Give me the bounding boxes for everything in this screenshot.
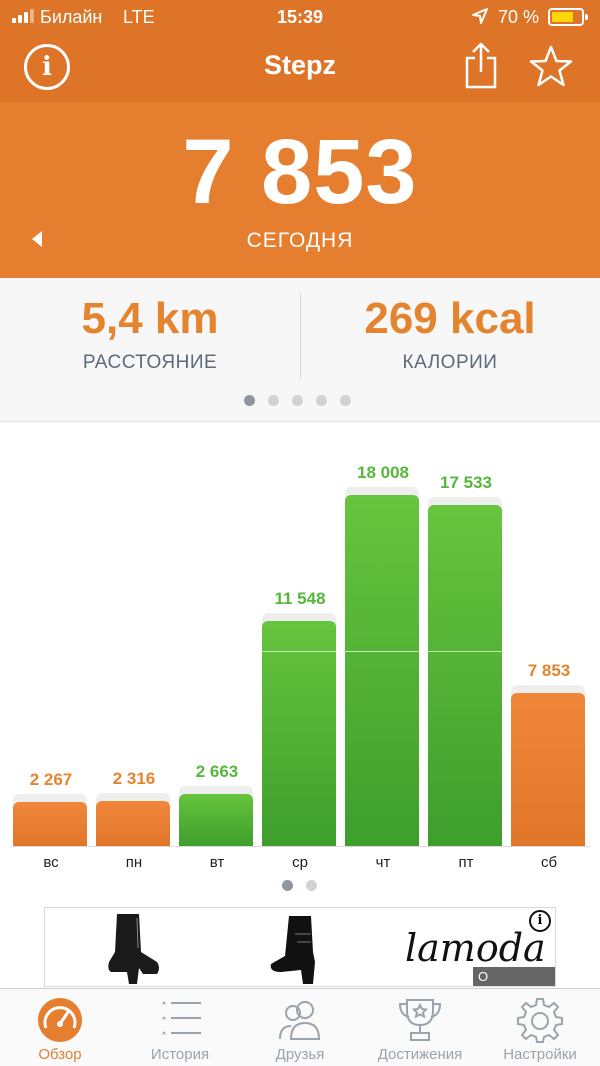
- tab-label: История: [150, 1046, 210, 1063]
- bar-value-label: 17 533: [440, 472, 492, 492]
- weekly-steps-chart: 2 267 вс 2 316 пн 2 663 вт 11 548 ср 18 008 чт 17 …: [0, 430, 600, 900]
- ad-banner[interactable]: lamoda i О Компании: [44, 907, 556, 987]
- page-dot[interactable]: [316, 395, 327, 406]
- tab-history[interactable]: История: [120, 989, 240, 1066]
- boot-image: [108, 914, 159, 984]
- calories-label: КАЛОРИИ: [402, 352, 498, 373]
- day-label: вс: [43, 854, 59, 871]
- bar[interactable]: [345, 495, 419, 846]
- bar[interactable]: [262, 621, 336, 846]
- battery-icon: [548, 8, 588, 26]
- bar-value-label: 18 008: [357, 463, 409, 483]
- stats-page-dots[interactable]: [244, 395, 351, 406]
- trophy-icon: [398, 999, 442, 1041]
- today-steps: 7 853: [182, 121, 418, 223]
- distance-label: РАССТОЯНИЕ: [82, 352, 218, 373]
- tab-friends[interactable]: Друзья: [240, 989, 360, 1066]
- ad-company-link[interactable]: О Компании: [473, 967, 555, 986]
- page-dot[interactable]: [306, 880, 317, 891]
- day-label: чт: [375, 854, 391, 871]
- tab-overview[interactable]: Обзор: [0, 989, 120, 1066]
- day-label: пт: [458, 854, 474, 871]
- bar[interactable]: [179, 794, 253, 846]
- bar[interactable]: [96, 800, 170, 846]
- battery-percent: 70 %: [498, 7, 540, 27]
- share-icon[interactable]: [462, 40, 500, 90]
- tab-label: Настройки: [503, 1046, 577, 1063]
- tab-label: Друзья: [275, 1046, 325, 1063]
- page-dot[interactable]: [282, 880, 293, 891]
- header: Билайн LTE 15:39 70 % i Stepz 7 853 СЕГО…: [0, 0, 600, 278]
- location-arrow-icon: [472, 8, 488, 24]
- bar[interactable]: [13, 801, 87, 846]
- calories-value: 269 kcal: [364, 294, 536, 343]
- day-label: ср: [292, 854, 308, 871]
- distance-stat: 5,4 km РАССТОЯНИЕ: [0, 294, 300, 374]
- day-label: сб: [540, 854, 558, 871]
- tab-bar: Обзор История Друзья Достижения Настройк…: [0, 988, 600, 1066]
- ad-brand-logo: lamoda: [405, 926, 546, 970]
- day-label: пн: [125, 854, 143, 871]
- star-icon[interactable]: [528, 44, 574, 90]
- gear-icon: [517, 998, 563, 1043]
- ad-info-icon[interactable]: i: [529, 910, 551, 932]
- page-dot[interactable]: [268, 395, 279, 406]
- speedometer-icon: [38, 998, 82, 1042]
- status-bar: Билайн LTE 15:39 70 %: [0, 0, 600, 34]
- goal-line: [345, 651, 419, 653]
- page-dot[interactable]: [292, 395, 303, 406]
- day-label: вт: [209, 854, 225, 871]
- chart-page-dots[interactable]: [282, 880, 317, 891]
- tab-achievements[interactable]: Достижения: [360, 989, 480, 1066]
- bar[interactable]: [511, 693, 585, 846]
- goal-line: [428, 651, 502, 653]
- page-dot[interactable]: [244, 395, 255, 406]
- calories-stat: 269 kcal КАЛОРИИ: [300, 294, 600, 374]
- tab-settings[interactable]: Настройки: [480, 989, 600, 1066]
- bar-value-label: 2 663: [195, 762, 239, 782]
- distance-value: 5,4 km: [81, 294, 219, 343]
- friends-icon: [279, 1001, 321, 1040]
- goal-line: [262, 651, 336, 653]
- boot-image: [270, 916, 315, 984]
- bar-value-label: 7 853: [527, 661, 571, 681]
- app-title: Stepz: [263, 50, 336, 80]
- bar-value-label: 2 316: [112, 768, 156, 788]
- tab-label: Достижения: [377, 1046, 463, 1063]
- today-label: СЕГОДНЯ: [246, 229, 354, 252]
- bar-value-label: 11 548: [274, 589, 326, 609]
- chart-baseline: [10, 846, 590, 847]
- page-dot[interactable]: [340, 395, 351, 406]
- list-icon: [162, 1001, 201, 1035]
- bar-value-label: 2 267: [29, 769, 73, 789]
- tab-label: Обзор: [38, 1046, 82, 1063]
- bar[interactable]: [428, 504, 502, 846]
- stats-panel[interactable]: 5,4 km РАССТОЯНИЕ 269 kcal КАЛОРИИ: [0, 278, 600, 422]
